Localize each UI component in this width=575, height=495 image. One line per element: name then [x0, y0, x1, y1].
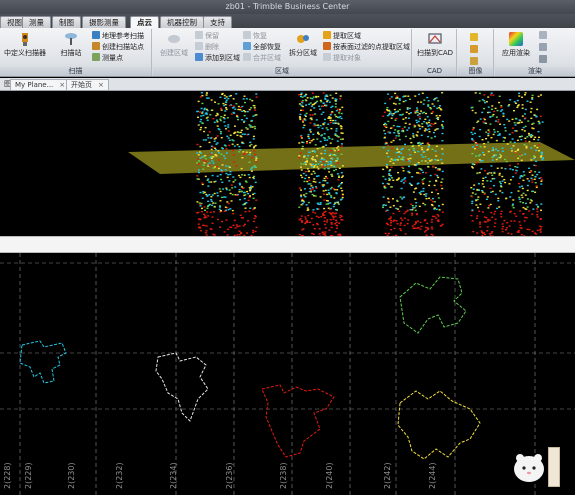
point-icon — [92, 53, 100, 61]
globe-icon — [92, 31, 100, 39]
shading-icon — [539, 31, 547, 39]
tab-support[interactable]: 支持 — [203, 16, 232, 28]
grid-label: 2(232) — [115, 462, 124, 489]
station-icon — [92, 42, 100, 50]
grid-label: 2(244) — [428, 462, 437, 489]
add-to-region-button[interactable]: 添加到区域 — [195, 53, 240, 63]
keep-button[interactable]: 保留 — [195, 31, 219, 41]
group-image: 图像 — [458, 29, 494, 76]
restore-button[interactable]: 恢复 — [243, 31, 267, 41]
delete-icon — [195, 42, 203, 50]
group-cad: 扫描到CAD CAD — [413, 29, 457, 76]
ground-plane — [128, 142, 575, 174]
building-outline — [261, 384, 335, 458]
restore-all-icon — [243, 42, 251, 50]
image-tool-3-button[interactable] — [470, 57, 480, 67]
tab-machine-control[interactable]: 机器控制 — [160, 16, 204, 28]
grid-label: 2(238) — [279, 462, 288, 489]
group-cad-label: CAD — [413, 67, 456, 76]
side-widget[interactable] — [548, 447, 560, 487]
grid-label: 2(234) — [169, 462, 178, 489]
keep-icon — [195, 31, 203, 39]
scan-station-button[interactable]: 扫描站 — [54, 31, 88, 67]
define-scanner-button[interactable]: 中定义扫描器 — [2, 31, 48, 67]
ribbon-tab-row: 视图 测量 制图 摄影测量 点云 机器控制 支持 — [0, 14, 575, 28]
render-option-2[interactable] — [539, 43, 549, 53]
tab-survey[interactable]: 测量 — [22, 16, 51, 28]
color-palette-icon — [509, 32, 523, 46]
group-render: 应用渲染 渲染 — [495, 29, 575, 76]
image-tool-1-button[interactable] — [470, 33, 480, 43]
image-icon — [470, 33, 478, 41]
group-scan: 中定义扫描器 扫描站 地理参考扫描 创建扫描站点 测量点 扫描 — [0, 29, 152, 76]
grid-label: 2(230) — [67, 462, 76, 489]
plan-view-canvas[interactable] — [0, 253, 575, 495]
scan-to-cad-icon — [428, 33, 442, 44]
plan-view[interactable] — [0, 253, 575, 495]
measure-point-button[interactable]: 测量点 — [92, 53, 123, 63]
mascot-icon[interactable] — [512, 450, 546, 484]
scan-to-cad-button[interactable]: 扫描到CAD — [415, 31, 455, 67]
split-region-icon — [297, 35, 309, 43]
3d-view[interactable] — [0, 92, 575, 238]
extract-objects-icon — [323, 53, 331, 61]
create-region-icon — [168, 35, 180, 43]
apply-render-button[interactable]: 应用渲染 — [497, 31, 535, 67]
building-point-cloud — [470, 92, 544, 238]
extract-by-surface-button[interactable]: 按表面过滤的点提取区域 — [323, 42, 410, 52]
close-icon[interactable]: × — [59, 81, 65, 89]
create-scan-station-button[interactable]: 创建扫描站点 — [92, 42, 144, 52]
grid-label: 2(236) — [225, 462, 234, 489]
image-settings-icon — [470, 45, 478, 53]
restore-icon — [243, 31, 251, 39]
scanner-icon — [22, 33, 28, 46]
add-region-icon — [195, 53, 203, 61]
split-region-button[interactable]: 拆分区域 — [286, 31, 320, 67]
grid-label: 2(228) — [3, 462, 12, 489]
building-outline — [397, 390, 481, 460]
document-tab-strip: 图 My Plane... × 开始页 × — [0, 78, 575, 91]
surface-filter-icon — [323, 42, 331, 50]
grid-label: 2(240) — [325, 462, 334, 489]
extract-region-button[interactable]: 提取区域 — [323, 31, 361, 41]
grid-label: 2(229) — [24, 462, 33, 489]
group-region: 创建区域 保留 删除 添加到区域 恢复 全部恢复 合并区域 拆分区域 提取区域 — [153, 29, 412, 76]
point-size-icon — [539, 55, 547, 63]
image-list-icon — [470, 57, 478, 65]
group-region-label: 区域 — [153, 67, 411, 76]
image-tool-2-button[interactable] — [470, 45, 480, 55]
ribbon: 中定义扫描器 扫描站 地理参考扫描 创建扫描站点 测量点 扫描 创建区域 保留 — [0, 28, 575, 77]
tab-point-cloud[interactable]: 点云 — [130, 16, 159, 28]
merge-icon — [243, 53, 251, 61]
create-region-button[interactable]: 创建区域 — [156, 31, 192, 67]
tab-photogrammetry[interactable]: 摄影测量 — [82, 16, 126, 28]
building-outline — [399, 276, 467, 334]
merge-region-button[interactable]: 合并区域 — [243, 53, 281, 63]
title-bar: zb01 - Trimble Business Center — [0, 0, 575, 14]
view-divider[interactable] — [0, 236, 575, 253]
doc-tab-plane[interactable]: My Plane... × — [10, 79, 71, 90]
point-cloud-3d-canvas[interactable] — [0, 92, 575, 238]
georeference-scan-button[interactable]: 地理参考扫描 — [92, 31, 144, 41]
close-icon[interactable]: × — [98, 81, 104, 89]
restore-all-button[interactable]: 全部恢复 — [243, 42, 281, 52]
delete-button[interactable]: 删除 — [195, 42, 219, 52]
doc-tab-start[interactable]: 开始页 × — [66, 79, 109, 90]
building-outline — [155, 352, 209, 422]
tab-drafting[interactable]: 制图 — [52, 16, 81, 28]
building-outline — [19, 340, 67, 384]
extract-objects-button[interactable]: 提取对象 — [323, 53, 361, 63]
group-scan-label: 扫描 — [0, 67, 151, 76]
render-option-3[interactable] — [539, 55, 549, 65]
group-render-label: 渲染 — [495, 67, 575, 76]
visibility-icon — [539, 43, 547, 51]
scan-station-icon — [65, 33, 77, 45]
grid-label: 2(242) — [383, 462, 392, 489]
window-title: zb01 - Trimble Business Center — [225, 2, 350, 11]
render-option-1[interactable] — [539, 31, 549, 41]
group-image-label: 图像 — [458, 67, 493, 76]
extract-icon — [323, 31, 331, 39]
